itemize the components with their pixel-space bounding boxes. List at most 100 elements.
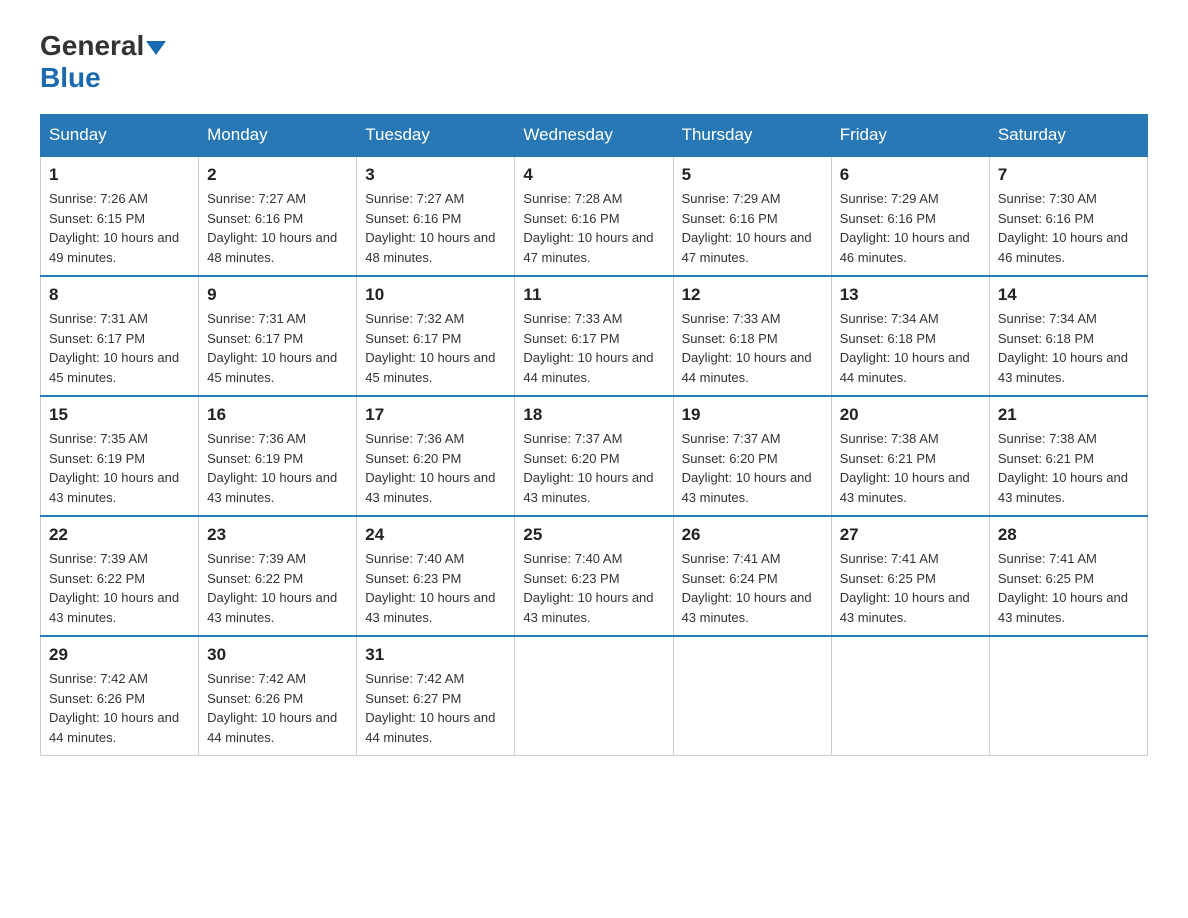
day-cell (989, 636, 1147, 756)
day-cell: 27 Sunrise: 7:41 AMSunset: 6:25 PMDaylig… (831, 516, 989, 636)
day-info: Sunrise: 7:41 AMSunset: 6:25 PMDaylight:… (998, 549, 1139, 627)
day-number: 25 (523, 525, 664, 545)
day-number: 14 (998, 285, 1139, 305)
logo-triangle-icon (146, 41, 166, 55)
day-cell: 7 Sunrise: 7:30 AMSunset: 6:16 PMDayligh… (989, 156, 1147, 276)
logo-blue-text: Blue (40, 62, 101, 94)
day-info: Sunrise: 7:42 AMSunset: 6:27 PMDaylight:… (365, 669, 506, 747)
day-info: Sunrise: 7:40 AMSunset: 6:23 PMDaylight:… (365, 549, 506, 627)
logo-general-text: General (40, 30, 166, 62)
days-of-week-row: SundayMondayTuesdayWednesdayThursdayFrid… (41, 115, 1148, 157)
day-cell (673, 636, 831, 756)
day-cell: 20 Sunrise: 7:38 AMSunset: 6:21 PMDaylig… (831, 396, 989, 516)
day-number: 6 (840, 165, 981, 185)
day-info: Sunrise: 7:28 AMSunset: 6:16 PMDaylight:… (523, 189, 664, 267)
day-cell: 4 Sunrise: 7:28 AMSunset: 6:16 PMDayligh… (515, 156, 673, 276)
day-info: Sunrise: 7:39 AMSunset: 6:22 PMDaylight:… (49, 549, 190, 627)
day-info: Sunrise: 7:30 AMSunset: 6:16 PMDaylight:… (998, 189, 1139, 267)
day-cell: 10 Sunrise: 7:32 AMSunset: 6:17 PMDaylig… (357, 276, 515, 396)
day-info: Sunrise: 7:29 AMSunset: 6:16 PMDaylight:… (840, 189, 981, 267)
day-info: Sunrise: 7:29 AMSunset: 6:16 PMDaylight:… (682, 189, 823, 267)
day-number: 15 (49, 405, 190, 425)
day-number: 24 (365, 525, 506, 545)
week-row-1: 1 Sunrise: 7:26 AMSunset: 6:15 PMDayligh… (41, 156, 1148, 276)
day-number: 30 (207, 645, 348, 665)
day-info: Sunrise: 7:38 AMSunset: 6:21 PMDaylight:… (998, 429, 1139, 507)
day-cell: 26 Sunrise: 7:41 AMSunset: 6:24 PMDaylig… (673, 516, 831, 636)
col-header-sunday: Sunday (41, 115, 199, 157)
day-number: 20 (840, 405, 981, 425)
day-number: 29 (49, 645, 190, 665)
day-number: 31 (365, 645, 506, 665)
day-cell: 31 Sunrise: 7:42 AMSunset: 6:27 PMDaylig… (357, 636, 515, 756)
day-info: Sunrise: 7:34 AMSunset: 6:18 PMDaylight:… (998, 309, 1139, 387)
day-cell: 28 Sunrise: 7:41 AMSunset: 6:25 PMDaylig… (989, 516, 1147, 636)
day-info: Sunrise: 7:34 AMSunset: 6:18 PMDaylight:… (840, 309, 981, 387)
day-number: 26 (682, 525, 823, 545)
col-header-monday: Monday (199, 115, 357, 157)
day-cell: 5 Sunrise: 7:29 AMSunset: 6:16 PMDayligh… (673, 156, 831, 276)
day-cell: 17 Sunrise: 7:36 AMSunset: 6:20 PMDaylig… (357, 396, 515, 516)
col-header-friday: Friday (831, 115, 989, 157)
day-number: 10 (365, 285, 506, 305)
day-info: Sunrise: 7:40 AMSunset: 6:23 PMDaylight:… (523, 549, 664, 627)
day-cell: 25 Sunrise: 7:40 AMSunset: 6:23 PMDaylig… (515, 516, 673, 636)
day-info: Sunrise: 7:33 AMSunset: 6:17 PMDaylight:… (523, 309, 664, 387)
day-cell: 30 Sunrise: 7:42 AMSunset: 6:26 PMDaylig… (199, 636, 357, 756)
day-info: Sunrise: 7:35 AMSunset: 6:19 PMDaylight:… (49, 429, 190, 507)
day-info: Sunrise: 7:39 AMSunset: 6:22 PMDaylight:… (207, 549, 348, 627)
day-number: 1 (49, 165, 190, 185)
calendar-table: SundayMondayTuesdayWednesdayThursdayFrid… (40, 114, 1148, 756)
day-cell: 1 Sunrise: 7:26 AMSunset: 6:15 PMDayligh… (41, 156, 199, 276)
day-info: Sunrise: 7:33 AMSunset: 6:18 PMDaylight:… (682, 309, 823, 387)
day-cell (515, 636, 673, 756)
col-header-tuesday: Tuesday (357, 115, 515, 157)
day-cell: 15 Sunrise: 7:35 AMSunset: 6:19 PMDaylig… (41, 396, 199, 516)
day-info: Sunrise: 7:37 AMSunset: 6:20 PMDaylight:… (682, 429, 823, 507)
day-number: 18 (523, 405, 664, 425)
week-row-4: 22 Sunrise: 7:39 AMSunset: 6:22 PMDaylig… (41, 516, 1148, 636)
col-header-thursday: Thursday (673, 115, 831, 157)
day-cell: 8 Sunrise: 7:31 AMSunset: 6:17 PMDayligh… (41, 276, 199, 396)
day-info: Sunrise: 7:36 AMSunset: 6:19 PMDaylight:… (207, 429, 348, 507)
day-number: 28 (998, 525, 1139, 545)
day-number: 19 (682, 405, 823, 425)
day-cell: 22 Sunrise: 7:39 AMSunset: 6:22 PMDaylig… (41, 516, 199, 636)
day-number: 27 (840, 525, 981, 545)
day-number: 22 (49, 525, 190, 545)
day-info: Sunrise: 7:41 AMSunset: 6:24 PMDaylight:… (682, 549, 823, 627)
day-number: 12 (682, 285, 823, 305)
week-row-3: 15 Sunrise: 7:35 AMSunset: 6:19 PMDaylig… (41, 396, 1148, 516)
day-number: 21 (998, 405, 1139, 425)
day-cell: 18 Sunrise: 7:37 AMSunset: 6:20 PMDaylig… (515, 396, 673, 516)
day-number: 13 (840, 285, 981, 305)
day-info: Sunrise: 7:26 AMSunset: 6:15 PMDaylight:… (49, 189, 190, 267)
day-cell: 13 Sunrise: 7:34 AMSunset: 6:18 PMDaylig… (831, 276, 989, 396)
day-info: Sunrise: 7:37 AMSunset: 6:20 PMDaylight:… (523, 429, 664, 507)
header: General Blue (40, 30, 1148, 94)
day-number: 3 (365, 165, 506, 185)
day-info: Sunrise: 7:42 AMSunset: 6:26 PMDaylight:… (49, 669, 190, 747)
week-row-2: 8 Sunrise: 7:31 AMSunset: 6:17 PMDayligh… (41, 276, 1148, 396)
day-cell: 16 Sunrise: 7:36 AMSunset: 6:19 PMDaylig… (199, 396, 357, 516)
day-number: 2 (207, 165, 348, 185)
day-info: Sunrise: 7:27 AMSunset: 6:16 PMDaylight:… (365, 189, 506, 267)
day-info: Sunrise: 7:42 AMSunset: 6:26 PMDaylight:… (207, 669, 348, 747)
day-cell: 12 Sunrise: 7:33 AMSunset: 6:18 PMDaylig… (673, 276, 831, 396)
logo-blue: Blue (40, 62, 101, 93)
day-number: 7 (998, 165, 1139, 185)
day-number: 11 (523, 285, 664, 305)
day-info: Sunrise: 7:32 AMSunset: 6:17 PMDaylight:… (365, 309, 506, 387)
col-header-wednesday: Wednesday (515, 115, 673, 157)
day-cell: 23 Sunrise: 7:39 AMSunset: 6:22 PMDaylig… (199, 516, 357, 636)
day-number: 23 (207, 525, 348, 545)
day-number: 8 (49, 285, 190, 305)
day-cell: 6 Sunrise: 7:29 AMSunset: 6:16 PMDayligh… (831, 156, 989, 276)
logo-general: General (40, 30, 144, 61)
day-cell: 11 Sunrise: 7:33 AMSunset: 6:17 PMDaylig… (515, 276, 673, 396)
day-info: Sunrise: 7:41 AMSunset: 6:25 PMDaylight:… (840, 549, 981, 627)
day-info: Sunrise: 7:27 AMSunset: 6:16 PMDaylight:… (207, 189, 348, 267)
day-info: Sunrise: 7:31 AMSunset: 6:17 PMDaylight:… (49, 309, 190, 387)
day-info: Sunrise: 7:31 AMSunset: 6:17 PMDaylight:… (207, 309, 348, 387)
day-cell: 24 Sunrise: 7:40 AMSunset: 6:23 PMDaylig… (357, 516, 515, 636)
